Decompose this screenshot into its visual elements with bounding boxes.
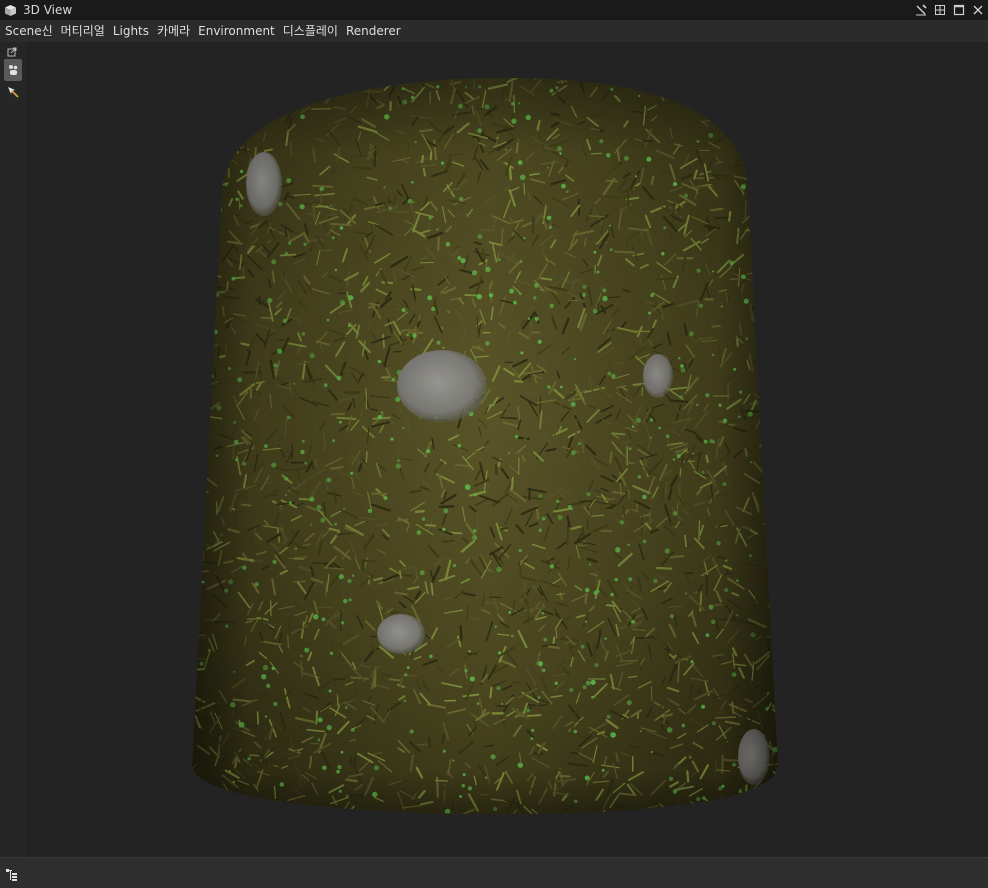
viewport-toolbar [0,42,26,857]
cylinder-mesh [192,78,778,814]
menu-scene[interactable]: Scene신 [0,20,57,42]
move-icon[interactable] [4,59,22,81]
select-icon[interactable] [6,85,20,99]
menu-bar: Scene신 머티리얼 Lights 카메라 Environment 디스플레이… [0,20,988,42]
menu-material[interactable]: 머티리얼 [57,20,109,42]
menu-environment[interactable]: Environment [194,20,279,42]
pin-icon[interactable] [913,2,929,18]
title-bar[interactable]: 3D View [0,0,988,20]
menu-display[interactable]: 디스플레이 [279,20,342,42]
scene-render[interactable] [26,42,988,857]
window-title: 3D View [23,3,73,17]
maximize-icon[interactable] [951,2,967,18]
close-icon[interactable] [970,2,986,18]
menu-camera[interactable]: 카메라 [153,20,194,42]
tile-icon[interactable] [932,2,948,18]
scene-tree-icon[interactable] [5,867,19,881]
menu-renderer[interactable]: Renderer [342,20,405,42]
status-bar [0,857,988,888]
window: 3D View Scene신 머티리얼 Lights 카메라 Environme… [0,0,988,888]
window-controls [913,2,986,18]
detach-icon[interactable] [6,46,18,58]
menu-lights[interactable]: Lights [109,20,153,42]
3d-viewport[interactable] [26,42,988,857]
cube-icon [3,3,17,17]
